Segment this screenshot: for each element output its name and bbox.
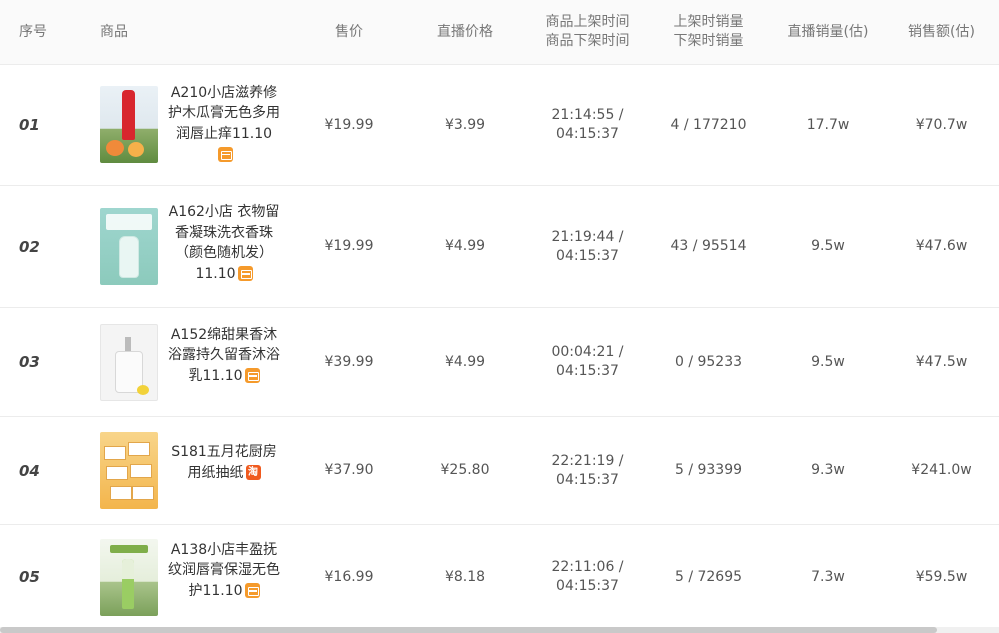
live-price: ¥3.99 [444,116,486,133]
table-row[interactable]: 03 A152绵甜果香沐浴露持久留香沐浴乳11.10 ¥39.99 ¥4.99 … [0,308,999,417]
store-icon [244,368,260,383]
header-price[interactable]: 售价 [298,23,400,42]
row-index: 05 [19,568,40,586]
row-index: 04 [19,461,40,480]
gmv: ¥59.5w [915,568,968,585]
horizontal-scrollbar[interactable] [0,627,999,633]
row-index: 03 [19,353,40,371]
price: ¥19.99 [324,238,374,254]
header-sales-off: 下架时销量 [673,33,744,49]
sales: 4 / 177210 [670,116,747,133]
time-on: 21:19:44 / [551,228,624,245]
row-index: 01 [19,116,40,134]
gmv: ¥47.6w [915,238,968,254]
store-icon [244,583,260,598]
store-icon [217,146,233,162]
table-row[interactable]: 05 A138小店丰盈抚纹润唇膏保湿无色护11.10 ¥16.99 ¥8.18 … [0,525,999,629]
product-thumbnail[interactable] [100,85,158,163]
time-off: 04:15:37 [556,471,619,488]
header-time-on: 商品上架时间 [545,14,630,30]
table-row[interactable]: 01 A210小店滋养修护木瓜膏无色多用润唇止痒11.10 ¥19.99 ¥3.… [0,65,999,186]
product-thumbnail[interactable] [100,538,158,616]
table-row[interactable]: 02 A162小店 衣物留香凝珠洗衣香珠（颜色随机发）11.10 ¥19.99 … [0,186,999,308]
time-on: 21:14:55 / [551,107,624,123]
live-price: ¥4.99 [444,238,486,254]
live-price: ¥4.99 [444,353,486,370]
header-live-sales[interactable]: 直播销量(估) [772,23,884,42]
live-sales: 9.5w [811,238,845,254]
header-time[interactable]: 商品上架时间 商品下架时间 [530,13,645,51]
product-thumbnail[interactable] [100,432,158,509]
product-title[interactable]: A210小店滋养修护木瓜膏无色多用润唇止痒11.10 [168,85,280,142]
store-icon [237,266,253,281]
gmv: ¥241.0w [911,462,972,478]
time-off: 04:15:37 [556,126,619,142]
live-price: ¥8.18 [444,568,486,585]
sales: 43 / 95514 [670,238,747,254]
time-on: 00:04:21 / [551,344,624,360]
gmv: ¥70.7w [915,116,968,133]
price: ¥16.99 [324,568,374,585]
header-index[interactable]: 序号 [0,23,84,42]
live-sales: 17.7w [806,116,850,133]
price: ¥37.90 [324,462,374,478]
row-index: 02 [19,237,40,256]
header-time-off: 商品下架时间 [545,33,630,49]
header-product[interactable]: 商品 [84,23,298,42]
header-gmv[interactable]: 销售额(估) [884,23,999,42]
price: ¥19.99 [324,116,374,133]
product-title[interactable]: A152绵甜果香沐浴露持久留香沐浴乳11.10 [168,327,280,384]
header-sales-on: 上架时销量 [673,14,744,30]
product-title[interactable]: A138小店丰盈抚纹润唇膏保湿无色护11.10 [168,542,280,599]
live-sales: 9.5w [811,353,845,370]
product-title[interactable]: A162小店 衣物留香凝珠洗衣香珠（颜色随机发）11.10 [169,204,280,282]
product-sales-table: 序号 商品 售价 直播价格 商品上架时间 商品下架时间 上架时销量下架时销量 直播… [0,0,999,629]
time-off: 04:15:37 [556,247,619,264]
sales: 5 / 93399 [674,462,743,478]
product-title[interactable]: S181五月花厨房用纸抽纸 [171,444,277,481]
time-on: 22:11:06 / [551,559,624,575]
time-on: 22:21:19 / [551,452,624,469]
live-price: ¥25.80 [440,462,490,478]
price: ¥39.99 [324,353,374,370]
gmv: ¥47.5w [915,353,968,370]
taobao-icon: 淘 [245,465,261,480]
time-off: 04:15:37 [556,578,619,594]
live-sales: 7.3w [811,568,845,585]
table-row[interactable]: 04 S181五月花厨房用纸抽纸淘 ¥37.90 ¥25.80 22:21:19… [0,417,999,525]
live-sales: 9.3w [811,462,845,478]
time-off: 04:15:37 [556,363,619,379]
table-header: 序号 商品 售价 直播价格 商品上架时间 商品下架时间 上架时销量下架时销量 直播… [0,0,999,65]
product-thumbnail[interactable] [100,323,158,401]
header-live-price[interactable]: 直播价格 [400,23,530,42]
scrollbar-thumb[interactable] [0,627,937,633]
sales: 5 / 72695 [674,568,743,585]
product-thumbnail[interactable] [100,208,158,285]
header-sales[interactable]: 上架时销量下架时销量 [645,13,772,51]
sales: 0 / 95233 [674,353,743,370]
